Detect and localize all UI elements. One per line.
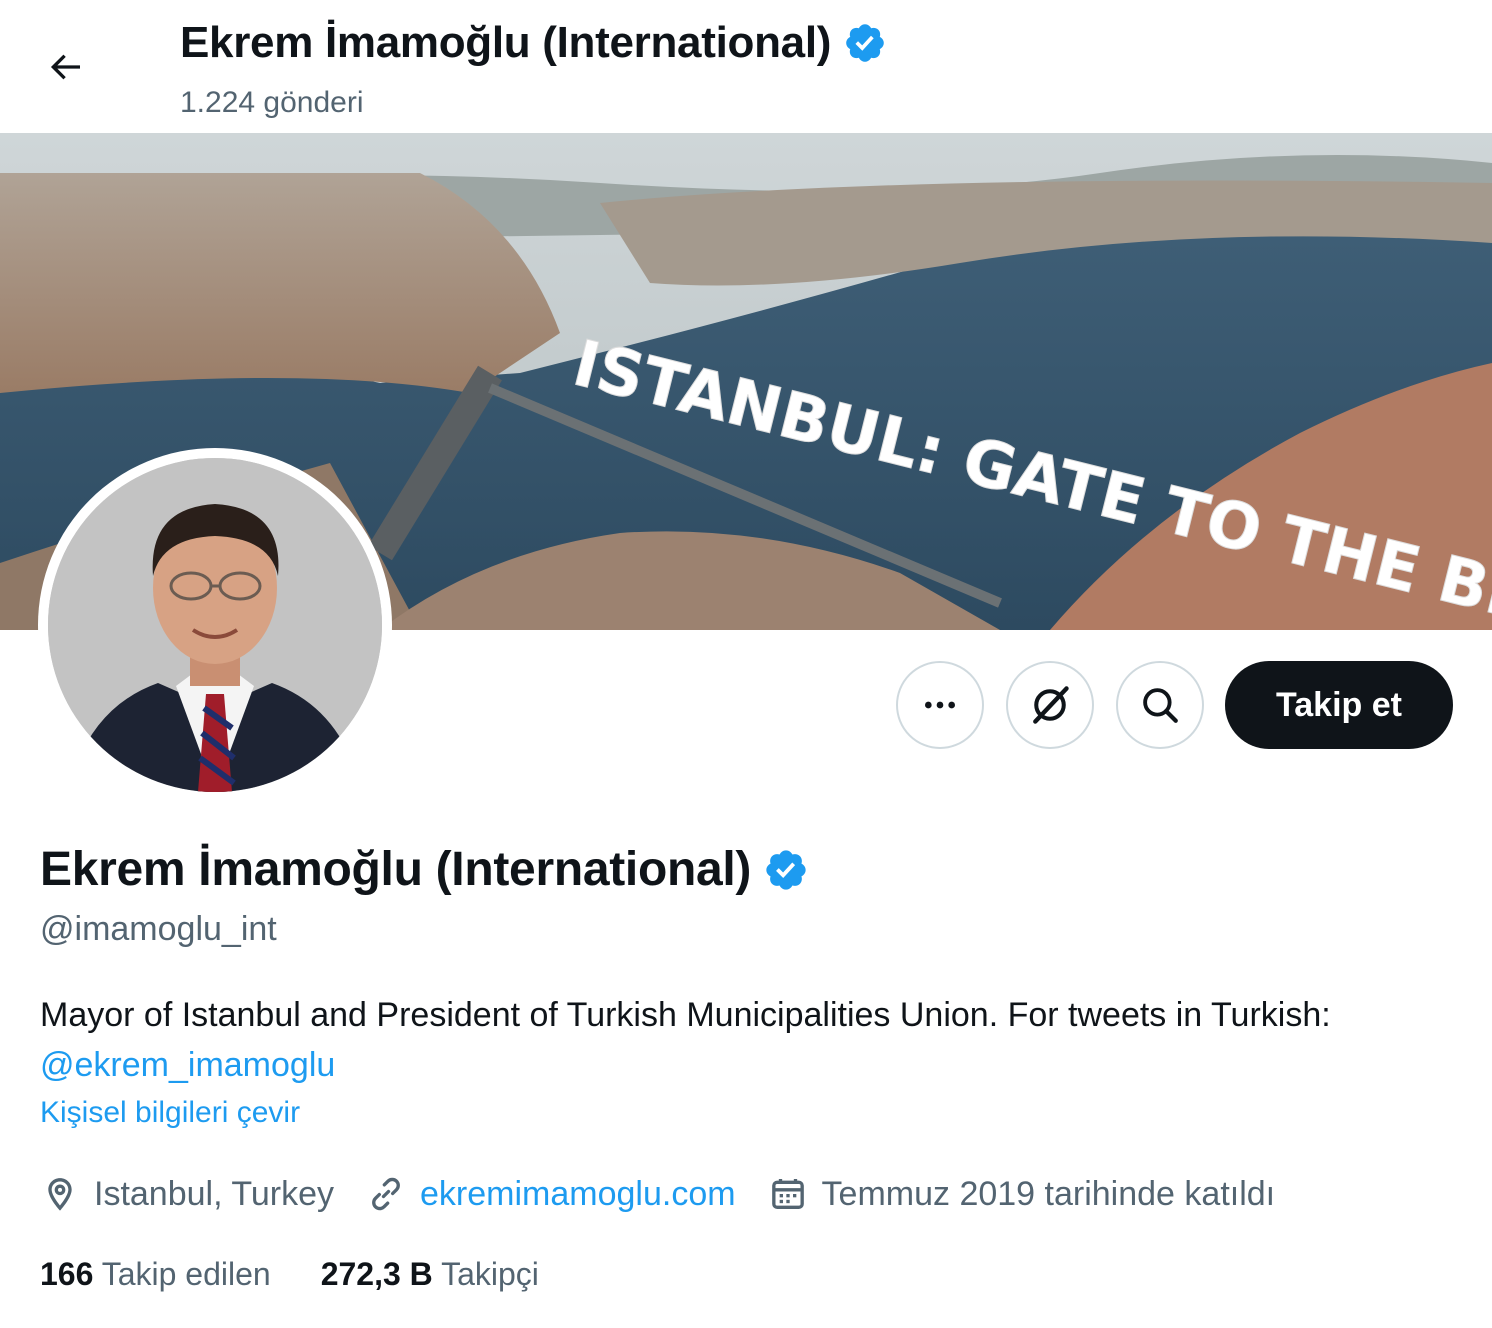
back-arrow-icon [50, 54, 80, 80]
follow-button[interactable]: Takip et [1225, 661, 1453, 749]
avatar-portrait [48, 458, 382, 792]
followers-stat[interactable]: 272,3 B Takipçi [321, 1256, 539, 1293]
back-button[interactable] [30, 32, 100, 102]
following-stat[interactable]: 166 Takip edilen [40, 1256, 271, 1293]
search-button[interactable] [1116, 661, 1204, 749]
following-count: 166 [40, 1256, 94, 1292]
avatar[interactable] [38, 448, 392, 802]
following-label: Takip edilen [101, 1256, 271, 1292]
followers-count: 272,3 B [320, 1256, 433, 1292]
location-icon [48, 1178, 72, 1211]
website-item: ekremimamoglu.com [366, 1174, 736, 1214]
bio-text: Mayor of Istanbul and President of Turki… [40, 996, 1331, 1034]
translate-bio-link[interactable]: Kişisel bilgileri çevir [40, 1096, 300, 1130]
joined-text: Temmuz 2019 tarihinde katıldı [821, 1174, 1276, 1213]
website-link[interactable]: ekremimamoglu.com [420, 1175, 736, 1214]
post-count: 1.224 gönderi [180, 86, 364, 119]
bio-mention-link[interactable]: @ekrem_imamoglu [40, 1046, 335, 1084]
profile-meta: Istanbul, Turkey ekremimamoglu.com Temmu… [40, 1170, 1307, 1218]
top-bar: Ekrem İmamoğlu (International) 1.224 gön… [0, 0, 1492, 132]
location-item: Istanbul, Turkey [40, 1174, 334, 1214]
location-text: Istanbul, Turkey [94, 1174, 335, 1213]
calendar-icon [771, 1179, 804, 1209]
header-title-group: Ekrem İmamoğlu (International) [180, 18, 887, 68]
joined-item: Temmuz 2019 tarihinde katıldı [768, 1174, 1276, 1214]
grok-button[interactable] [1006, 661, 1094, 749]
profile-bio: Mayor of Istanbul and President of Turki… [40, 990, 1420, 1090]
header-title: Ekrem İmamoğlu (International) [180, 18, 832, 67]
followers-label: Takipçi [441, 1256, 539, 1292]
profile-stats: 166 Takip edilen 272,3 B Takipçi [40, 1256, 589, 1293]
profile-handle: @imamoglu_int [40, 910, 277, 948]
verified-badge-icon[interactable] [763, 847, 809, 893]
more-button[interactable] [896, 661, 984, 749]
profile-name-group: Ekrem İmamoğlu (International) [40, 842, 809, 897]
profile-name: Ekrem İmamoğlu (International) [40, 843, 752, 896]
grok-icon [1033, 686, 1069, 724]
more-icon [925, 701, 955, 709]
verified-badge-icon [846, 24, 884, 62]
search-icon [1143, 688, 1178, 723]
link-icon [372, 1177, 400, 1211]
